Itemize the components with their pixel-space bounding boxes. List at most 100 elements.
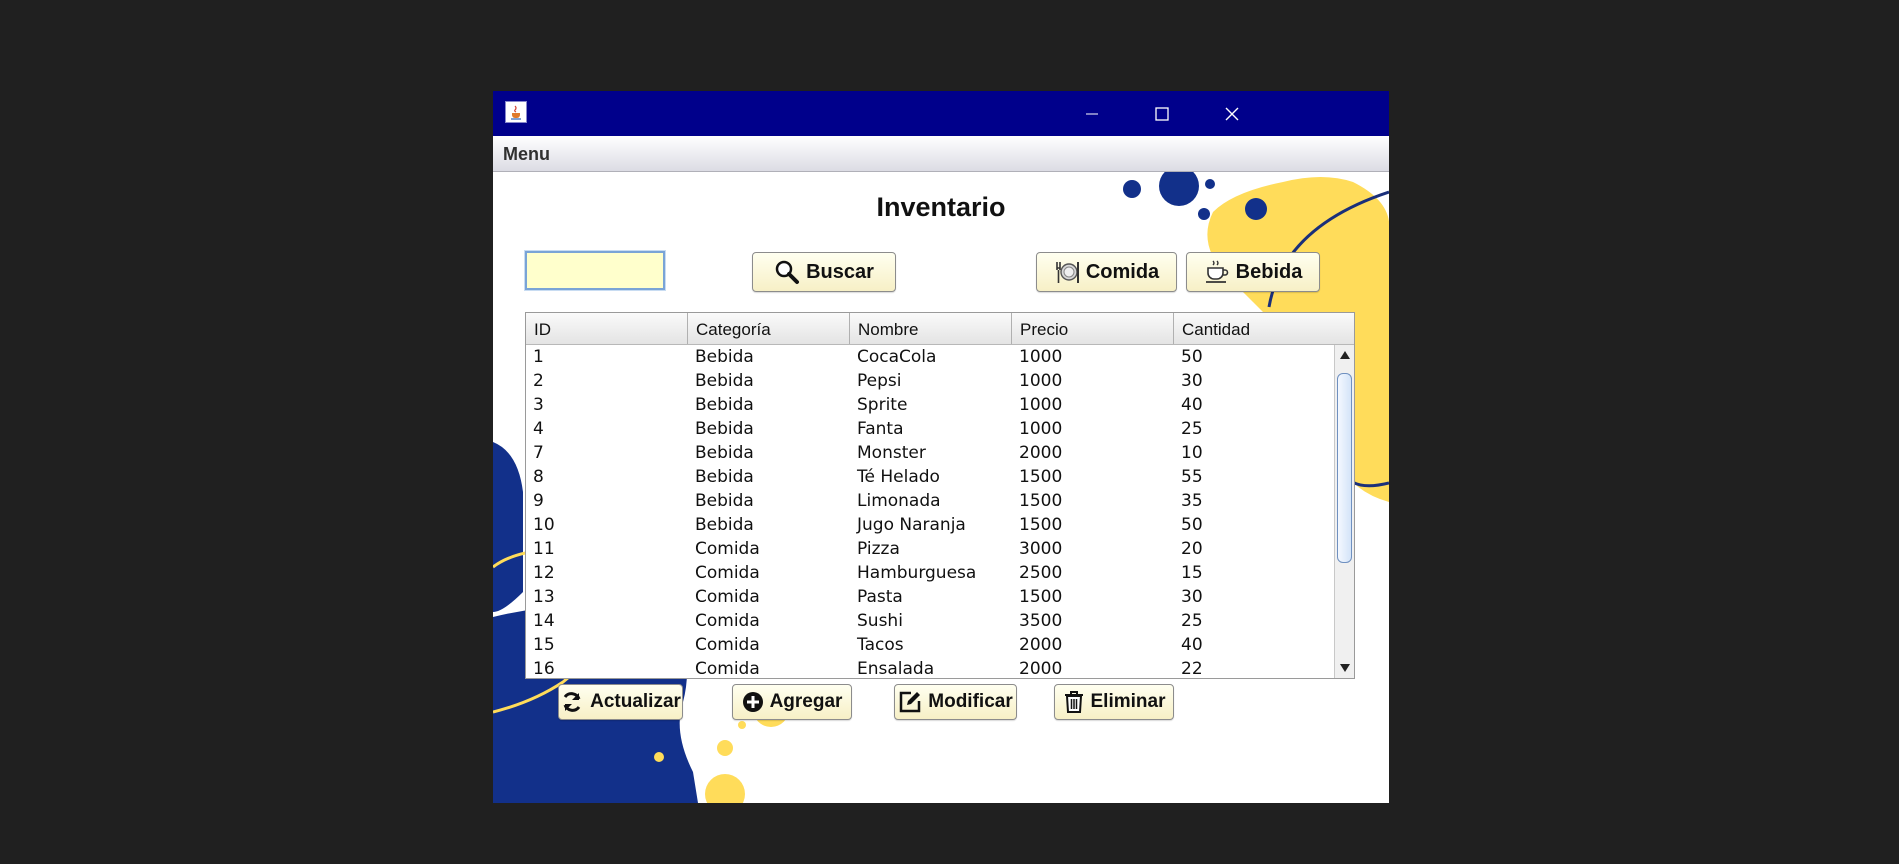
filter-bebida-button[interactable]: Bebida [1186, 252, 1320, 292]
table-row[interactable]: 10 Bebida Jugo Naranja 1500 50 [526, 513, 1336, 537]
cell-id: 8 [533, 467, 544, 487]
cell-precio: 1500 [1019, 587, 1063, 607]
menu-item-menu[interactable]: Menu [503, 144, 550, 165]
table-row[interactable]: 7 Bebida Monster 2000 10 [526, 441, 1336, 465]
table-row[interactable]: 11 Comida Pizza 3000 20 [526, 537, 1336, 561]
scroll-up-icon [1339, 351, 1350, 359]
cell-precio: 1500 [1019, 491, 1063, 511]
edit-icon [900, 691, 921, 713]
cell-cantidad: 50 [1181, 347, 1203, 367]
cell-categoria: Comida [695, 611, 760, 631]
column-header-id[interactable]: ID [526, 313, 688, 344]
app-window: Menu Inventario Buscar Comida Bebida ID … [493, 91, 1389, 803]
menu-bar: Menu [493, 136, 1389, 172]
cell-id: 3 [533, 395, 544, 415]
modificar-label: Modificar [928, 691, 1013, 712]
cell-categoria: Bebida [695, 395, 754, 415]
cell-precio: 1500 [1019, 515, 1063, 535]
cell-nombre: Pepsi [857, 371, 902, 391]
scroll-down-icon [1339, 664, 1350, 672]
table-row[interactable]: 2 Bebida Pepsi 1000 30 [526, 369, 1336, 393]
table-row[interactable]: 4 Bebida Fanta 1000 25 [526, 417, 1336, 441]
table-row[interactable]: 9 Bebida Limonada 1500 35 [526, 489, 1336, 513]
actualizar-label: Actualizar [590, 691, 681, 712]
cell-categoria: Bebida [695, 515, 754, 535]
table-row[interactable]: 15 Comida Tacos 2000 40 [526, 633, 1336, 657]
cell-categoria: Bebida [695, 443, 754, 463]
table-row[interactable]: 13 Comida Pasta 1500 30 [526, 585, 1336, 609]
cell-precio: 3500 [1019, 611, 1063, 631]
cell-nombre: Tacos [857, 635, 904, 655]
cell-cantidad: 30 [1181, 587, 1203, 607]
cell-categoria: Bebida [695, 371, 754, 391]
table-row[interactable]: 16 Comida Ensalada 2000 22 [526, 657, 1336, 678]
plate-cutlery-icon [1056, 262, 1079, 283]
maximize-button[interactable] [1127, 91, 1197, 136]
cell-precio: 1000 [1019, 419, 1063, 439]
cell-categoria: Bebida [695, 467, 754, 487]
inventory-table: ID Categoría Nombre Precio Cantidad 1 Beb… [525, 312, 1355, 679]
cell-id: 11 [533, 539, 555, 559]
scroll-up-button[interactable] [1335, 345, 1354, 365]
filter-comida-label: Comida [1085, 260, 1160, 283]
modificar-button[interactable]: Modificar [894, 684, 1017, 720]
table-row[interactable]: 8 Bebida Té Helado 1500 55 [526, 465, 1336, 489]
cell-nombre: Ensalada [857, 659, 935, 678]
cell-nombre: Pasta [857, 587, 903, 607]
scroll-down-button[interactable] [1335, 658, 1354, 678]
cell-nombre: Té Helado [857, 467, 940, 487]
table-row[interactable]: 14 Comida Sushi 3500 25 [526, 609, 1336, 633]
column-header-precio[interactable]: Precio [1012, 313, 1174, 344]
agregar-button[interactable]: Agregar [732, 684, 852, 720]
title-bar[interactable] [493, 91, 1389, 136]
column-header-nombre[interactable]: Nombre [850, 313, 1012, 344]
eliminar-label: Eliminar [1090, 691, 1166, 712]
cell-nombre: Jugo Naranja [857, 515, 966, 535]
cell-precio: 2000 [1019, 659, 1063, 678]
cell-nombre: Pizza [857, 539, 900, 559]
cell-precio: 2500 [1019, 563, 1063, 583]
trash-icon [1064, 691, 1083, 713]
search-button[interactable]: Buscar [752, 252, 896, 292]
cell-id: 2 [533, 371, 544, 391]
cell-id: 13 [533, 587, 555, 607]
cell-categoria: Comida [695, 539, 760, 559]
search-button-label: Buscar [806, 260, 874, 283]
cell-nombre: Hamburguesa [857, 563, 977, 583]
search-input[interactable] [525, 251, 665, 290]
cell-cantidad: 35 [1181, 491, 1203, 511]
cell-id: 16 [533, 659, 555, 678]
column-header-cantidad[interactable]: Cantidad [1174, 313, 1354, 344]
cell-cantidad: 50 [1181, 515, 1203, 535]
cell-categoria: Bebida [695, 419, 754, 439]
table-row[interactable]: 3 Bebida Sprite 1000 40 [526, 393, 1336, 417]
close-icon [1225, 107, 1239, 120]
actualizar-button[interactable]: Actualizar [558, 684, 683, 720]
cell-id: 12 [533, 563, 555, 583]
scrollbar-thumb[interactable] [1337, 373, 1352, 563]
table-header: ID Categoría Nombre Precio Cantidad [526, 313, 1354, 345]
eliminar-button[interactable]: Eliminar [1054, 684, 1174, 720]
maximize-icon [1155, 106, 1169, 121]
table-row[interactable]: 1 Bebida CocaCola 1000 50 [526, 345, 1336, 369]
page-title: Inventario [876, 192, 1006, 222]
table-body: 1 Bebida CocaCola 1000 50 2 Bebida Pepsi 1000 30 3… [526, 345, 1336, 678]
agregar-label: Agregar [769, 691, 843, 712]
cell-categoria: Bebida [695, 347, 754, 367]
cell-categoria: Comida [695, 635, 760, 655]
cell-nombre: Monster [857, 443, 926, 463]
cell-precio: 1500 [1019, 467, 1063, 487]
cell-cantidad: 55 [1181, 467, 1203, 487]
plus-circle-icon [742, 692, 763, 712]
column-header-categoria[interactable]: Categoría [688, 313, 850, 344]
minimize-button[interactable] [1057, 91, 1127, 136]
filter-comida-button[interactable]: Comida [1036, 252, 1177, 292]
cell-cantidad: 10 [1181, 443, 1203, 463]
table-scrollbar[interactable] [1334, 345, 1354, 678]
table-row[interactable]: 12 Comida Hamburguesa 2500 15 [526, 561, 1336, 585]
cell-precio: 1000 [1019, 395, 1063, 415]
cell-categoria: Comida [695, 659, 760, 678]
close-button[interactable] [1197, 91, 1267, 136]
cell-nombre: Sushi [857, 611, 903, 631]
cell-precio: 2000 [1019, 635, 1063, 655]
